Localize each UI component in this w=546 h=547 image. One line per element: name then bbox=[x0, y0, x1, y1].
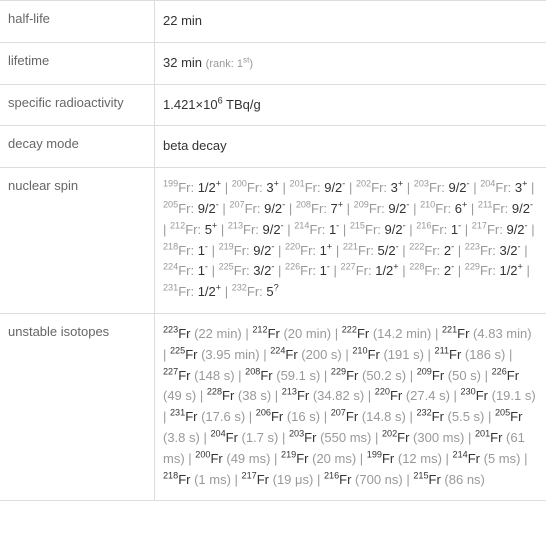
nuclear-spin-item: 202Fr: 3+ bbox=[356, 180, 403, 195]
nuclear-spin-item: 232Fr: 5? bbox=[232, 284, 279, 299]
row-half-life: half-life 22 min bbox=[0, 0, 546, 43]
nuclear-spin-item: 221Fr: 5/2- bbox=[343, 243, 399, 258]
nuclear-spin-item: 217Fr: 9/2- bbox=[472, 222, 528, 237]
value-lifetime: 32 min (rank: 1st) bbox=[155, 43, 546, 84]
nuclear-spin-item: 213Fr: 9/2- bbox=[228, 222, 284, 237]
unstable-isotope-item: 231Fr (17.6 s) bbox=[170, 409, 245, 424]
nuclear-spin-item: 220Fr: 1+ bbox=[285, 243, 332, 258]
unstable-isotope-item: 200Fr (49 ms) bbox=[195, 451, 270, 466]
nuclear-spin-item: 227Fr: 1/2+ bbox=[341, 263, 399, 278]
unstable-isotope-item: 203Fr (550 ms) bbox=[289, 430, 371, 445]
unstable-isotope-item: 204Fr (1.7 s) bbox=[210, 430, 278, 445]
nuclear-spin-item: 225Fr: 3/2- bbox=[219, 263, 275, 278]
nuclear-spin-item: 228Fr: 2- bbox=[409, 263, 454, 278]
unstable-isotope-item: 230Fr (19.1 s) bbox=[461, 388, 536, 403]
nuclear-spin-item: 200Fr: 3+ bbox=[232, 180, 279, 195]
nuclear-spin-item: 203Fr: 9/2- bbox=[414, 180, 470, 195]
label-nuclear-spin: nuclear spin bbox=[0, 168, 155, 313]
unstable-isotope-item: 213Fr (34.82 s) bbox=[282, 388, 364, 403]
unstable-isotope-item: 215Fr (86 ns) bbox=[413, 472, 485, 487]
unstable-isotope-item: 225Fr (3.95 min) bbox=[170, 347, 260, 362]
unstable-isotope-item: 199Fr (12 ms) bbox=[367, 451, 442, 466]
row-unstable-isotopes: unstable isotopes 223Fr (22 min) | 212Fr… bbox=[0, 314, 546, 501]
unstable-isotope-item: 207Fr (14.8 s) bbox=[331, 409, 406, 424]
nuclear-spin-item: 224Fr: 1- bbox=[163, 263, 208, 278]
nuclear-spin-item: 222Fr: 2- bbox=[409, 243, 454, 258]
nuclear-spin-item: 209Fr: 9/2- bbox=[354, 201, 410, 216]
nuclear-spin-item: 208Fr: 7+ bbox=[296, 201, 343, 216]
row-specific-radioactivity: specific radioactivity 1.421×106 TBq/g bbox=[0, 85, 546, 127]
lifetime-rank: (rank: 1st) bbox=[206, 58, 253, 70]
unstable-isotope-item: 224Fr (200 s) bbox=[270, 347, 342, 362]
nuclear-spin-item: 219Fr: 9/2- bbox=[219, 243, 275, 258]
nuclear-spin-item: 205Fr: 9/2- bbox=[163, 201, 219, 216]
unstable-isotope-item: 228Fr (38 s) bbox=[207, 388, 271, 403]
unstable-isotope-item: 214Fr (5 ms) bbox=[453, 451, 521, 466]
nuclear-spin-item: 215Fr: 9/2- bbox=[350, 222, 406, 237]
unstable-isotope-item: 208Fr (59.1 s) bbox=[245, 368, 320, 383]
unstable-isotope-item: 232Fr (5.5 s) bbox=[416, 409, 484, 424]
unstable-isotope-item: 216Fr (700 ns) bbox=[324, 472, 403, 487]
row-lifetime: lifetime 32 min (rank: 1st) bbox=[0, 43, 546, 85]
unstable-isotope-item: 206Fr (16 s) bbox=[256, 409, 320, 424]
row-nuclear-spin: nuclear spin 199Fr: 1/2+ | 200Fr: 3+ | 2… bbox=[0, 168, 546, 314]
nuclear-spin-item: 226Fr: 1- bbox=[285, 263, 330, 278]
unstable-isotope-item: 220Fr (27.4 s) bbox=[375, 388, 450, 403]
nuclear-spin-item: 218Fr: 1- bbox=[163, 243, 208, 258]
nuclear-spin-item: 229Fr: 1/2+ bbox=[465, 263, 523, 278]
unstable-isotope-item: 219Fr (20 ms) bbox=[281, 451, 356, 466]
unstable-isotope-item: 222Fr (14.2 min) bbox=[342, 326, 432, 341]
nuclear-spin-item: 216Fr: 1- bbox=[416, 222, 461, 237]
properties-table: half-life 22 min lifetime 32 min (rank: … bbox=[0, 0, 546, 501]
value-specific-radioactivity: 1.421×106 TBq/g bbox=[155, 85, 546, 126]
unstable-isotope-item: 202Fr (300 ms) bbox=[382, 430, 464, 445]
unstable-isotope-item: 217Fr (19 μs) bbox=[242, 472, 314, 487]
nuclear-spin-item: 231Fr: 1/2+ bbox=[163, 284, 221, 299]
value-nuclear-spin: 199Fr: 1/2+ | 200Fr: 3+ | 201Fr: 9/2- | … bbox=[155, 168, 546, 313]
value-half-life: 22 min bbox=[155, 1, 546, 42]
row-decay-mode: decay mode beta decay bbox=[0, 126, 546, 168]
unstable-isotope-item: 221Fr (4.83 min) bbox=[442, 326, 532, 341]
nuclear-spin-item: 214Fr: 1- bbox=[294, 222, 339, 237]
value-unstable-isotopes: 223Fr (22 min) | 212Fr (20 min) | 222Fr … bbox=[155, 314, 546, 500]
value-decay-mode: beta decay bbox=[155, 126, 546, 167]
label-decay-mode: decay mode bbox=[0, 126, 155, 167]
unstable-isotope-item: 223Fr (22 min) bbox=[163, 326, 242, 341]
unstable-isotope-item: 209Fr (50 s) bbox=[417, 368, 481, 383]
nuclear-spin-item: 204Fr: 3+ bbox=[480, 180, 527, 195]
unstable-isotope-item: 229Fr (50.2 s) bbox=[331, 368, 406, 383]
unstable-isotope-item: 227Fr (148 s) bbox=[163, 368, 235, 383]
label-lifetime: lifetime bbox=[0, 43, 155, 84]
nuclear-spin-item: 212Fr: 5+ bbox=[170, 222, 217, 237]
nuclear-spin-item: 223Fr: 3/2- bbox=[465, 243, 521, 258]
label-specific-radioactivity: specific radioactivity bbox=[0, 85, 155, 126]
unstable-isotope-item: 212Fr (20 min) bbox=[252, 326, 331, 341]
nuclear-spin-item: 210Fr: 6+ bbox=[420, 201, 467, 216]
label-half-life: half-life bbox=[0, 1, 155, 42]
unstable-isotope-item: 211Fr (186 s) bbox=[435, 347, 506, 362]
label-unstable-isotopes: unstable isotopes bbox=[0, 314, 155, 500]
nuclear-spin-item: 207Fr: 9/2- bbox=[229, 201, 285, 216]
nuclear-spin-item: 199Fr: 1/2+ bbox=[163, 180, 221, 195]
unstable-isotope-item: 218Fr (1 ms) bbox=[163, 472, 231, 487]
nuclear-spin-item: 201Fr: 9/2- bbox=[290, 180, 346, 195]
nuclear-spin-item: 211Fr: 9/2- bbox=[478, 201, 533, 216]
unstable-isotope-item: 210Fr (191 s) bbox=[352, 347, 424, 362]
lifetime-value: 32 min bbox=[163, 55, 202, 70]
